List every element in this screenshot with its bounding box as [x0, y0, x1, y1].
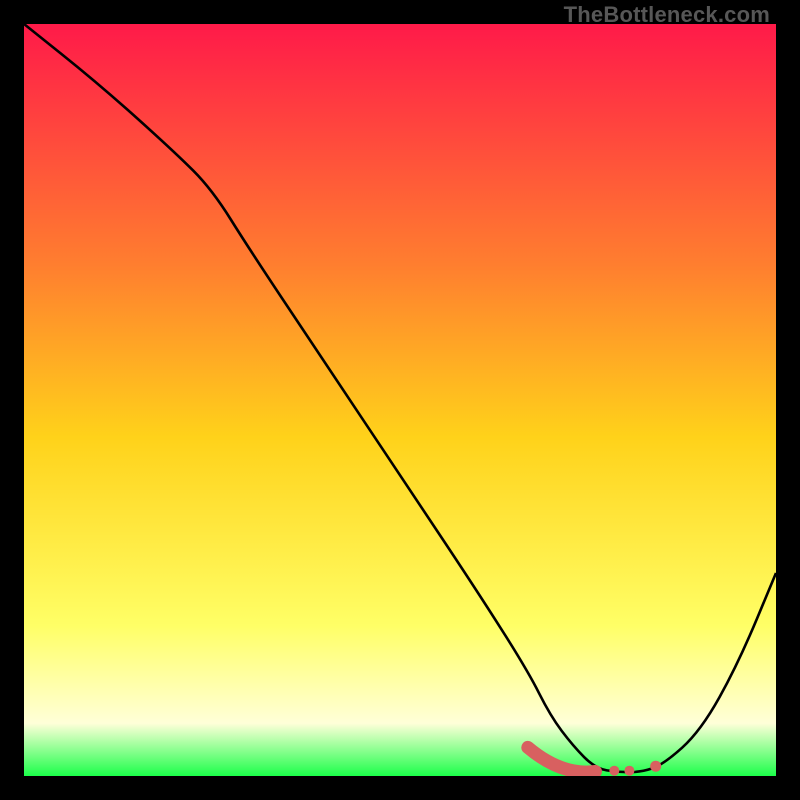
bottleneck-chart: [24, 24, 776, 776]
gradient-background: [24, 24, 776, 776]
marker-dot-3: [650, 761, 661, 772]
chart-frame: [24, 24, 776, 776]
marker-dot-1: [609, 766, 619, 776]
marker-dot-2: [624, 766, 634, 776]
